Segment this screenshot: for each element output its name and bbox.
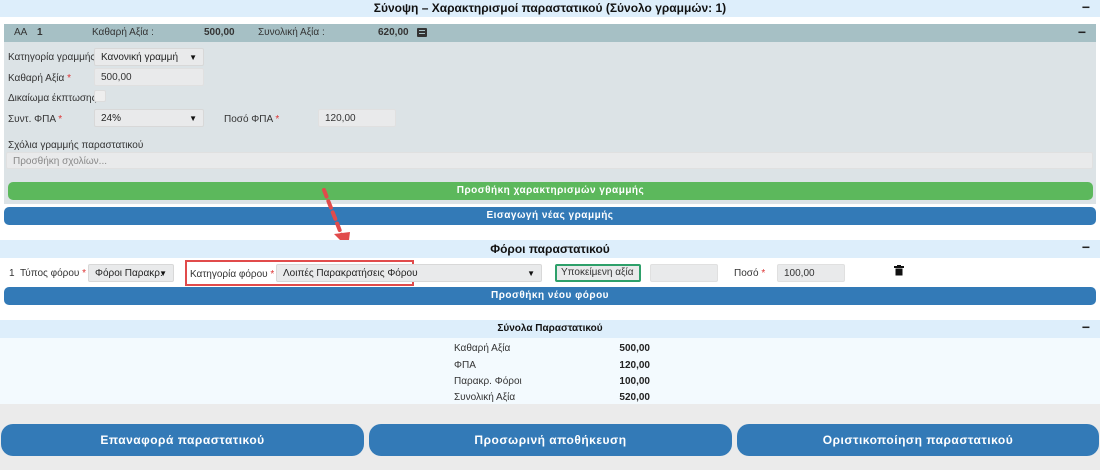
tax-category-select[interactable]: Λοιπές Παρακρατήσεις Φόρου ▼: [276, 264, 542, 282]
reset-document-label: Επαναφορά παραστατικού: [100, 433, 265, 447]
calculator-icon[interactable]: [417, 28, 427, 37]
net-field-label: Καθαρή Αξία *: [8, 73, 71, 84]
comments-input[interactable]: Προσθήκη σχολίων...: [6, 152, 1093, 169]
summary-title: Σύνοψη – Χαρακτηρισμοί παραστατικού (Σύν…: [373, 1, 727, 15]
totals-row-value: 100,00: [619, 376, 650, 387]
chevron-down-icon: ▼: [189, 114, 197, 123]
tax-amount-label: Ποσό *: [734, 268, 766, 279]
subject-value-input[interactable]: Υποκείμενη αξία: [555, 264, 641, 282]
category-label: Κατηγορία γραμμής: [8, 52, 96, 63]
vat-rate-label: Συντ. ΦΠΑ *: [8, 114, 63, 125]
net-value-input-text: 500,00: [101, 72, 132, 83]
tax-row-number: 1: [9, 268, 15, 279]
reset-document-button[interactable]: Επαναφορά παραστατικού: [1, 424, 364, 456]
aa-label: ΑΑ: [14, 27, 28, 38]
vat-amount-input[interactable]: 120,00: [318, 109, 396, 127]
add-characterizations-label: Προσθήκη χαρακτηρισμών γραμμής: [456, 185, 645, 196]
trash-icon[interactable]: [894, 265, 904, 276]
add-tax-button[interactable]: Προσθήκη νέου φόρου: [4, 287, 1096, 305]
taxes-title: Φόροι παραστατικού: [490, 242, 610, 256]
save-draft-label: Προσωρινή αποθήκευση: [474, 433, 627, 447]
totals-header: Σύνολα Παραστατικού −: [0, 320, 1100, 338]
category-select-value: Κανονική γραμμή: [101, 52, 179, 63]
chevron-down-icon: ▼: [159, 269, 167, 278]
row-net-label: Καθαρή Αξία :: [92, 27, 154, 38]
tax-category-label: Κατηγορία φόρου *: [190, 269, 275, 280]
new-line-label: Εισαγωγή νέας γραμμής: [486, 210, 614, 221]
row-collapse-toggle[interactable]: −: [1078, 24, 1086, 40]
comments-placeholder: Προσθήκη σχολίων...: [13, 156, 107, 167]
finalize-document-button[interactable]: Οριστικοποίηση παραστατικού: [737, 424, 1099, 456]
taxes-header: Φόροι παραστατικού −: [0, 240, 1100, 258]
totals-title: Σύνολα Παραστατικού: [497, 323, 603, 334]
totals-row-value: 500,00: [619, 343, 650, 354]
vat-rate-select[interactable]: 24% ▼: [94, 109, 204, 127]
tax-amount-input[interactable]: 100,00: [777, 264, 845, 282]
subject-value-secondary-input[interactable]: [650, 264, 718, 282]
tax-type-label: Τύπος φόρου *: [20, 268, 87, 279]
totals-panel: [0, 338, 1100, 404]
summary-header: Σύνοψη – Χαρακτηρισμοί παραστατικού (Σύν…: [0, 0, 1100, 17]
save-draft-button[interactable]: Προσωρινή αποθήκευση: [369, 424, 732, 456]
totals-row-label: Παρακρ. Φόροι: [454, 376, 522, 387]
totals-row-label: ΦΠΑ: [454, 360, 476, 371]
summary-collapse-toggle[interactable]: −: [1082, 0, 1090, 14]
comments-label: Σχόλια γραμμής παραστατικού: [8, 140, 144, 151]
row-total-value: 620,00: [378, 27, 409, 38]
totals-row-value: 520,00: [619, 392, 650, 403]
new-line-button[interactable]: Εισαγωγή νέας γραμμής: [4, 207, 1096, 225]
add-tax-label: Προσθήκη νέου φόρου: [491, 290, 609, 301]
totals-row-value: 120,00: [619, 360, 650, 371]
deduction-checkbox[interactable]: [94, 90, 106, 102]
vat-amount-input-text: 120,00: [325, 113, 356, 124]
vat-amount-label: Ποσό ΦΠΑ *: [224, 114, 280, 125]
finalize-document-label: Οριστικοποίηση παραστατικού: [822, 433, 1014, 447]
row-total-label: Συνολική Αξία :: [258, 27, 325, 38]
tax-amount-input-text: 100,00: [784, 268, 815, 279]
chevron-down-icon: ▼: [189, 53, 197, 62]
tax-type-select[interactable]: Φόροι Παρακρ. ▼: [88, 264, 174, 282]
vat-rate-select-value: 24%: [101, 113, 122, 124]
row-net-value: 500,00: [204, 27, 235, 38]
chevron-down-icon: ▼: [527, 269, 535, 278]
line-row-bar[interactable]: ΑΑ 1 Καθαρή Αξία : 500,00 Συνολική Αξία …: [4, 24, 1096, 42]
subject-value-placeholder: Υποκείμενη αξία: [561, 267, 634, 278]
net-value-input[interactable]: 500,00: [94, 68, 204, 86]
totals-row-label: Συνολική Αξία: [454, 392, 516, 403]
deduction-label: Δικαίωμα έκπτωσης: [8, 93, 97, 104]
add-characterizations-button[interactable]: Προσθήκη χαρακτηρισμών γραμμής: [8, 182, 1093, 200]
aa-value: 1: [37, 27, 43, 38]
totals-row-label: Καθαρή Αξία: [454, 343, 511, 354]
tax-category-select-value: Λοιπές Παρακρατήσεις Φόρου: [283, 268, 418, 279]
tax-type-select-value: Φόροι Παρακρ.: [95, 268, 163, 279]
totals-collapse-toggle[interactable]: −: [1082, 320, 1090, 334]
taxes-collapse-toggle[interactable]: −: [1082, 240, 1090, 254]
category-select[interactable]: Κανονική γραμμή ▼: [94, 48, 204, 66]
